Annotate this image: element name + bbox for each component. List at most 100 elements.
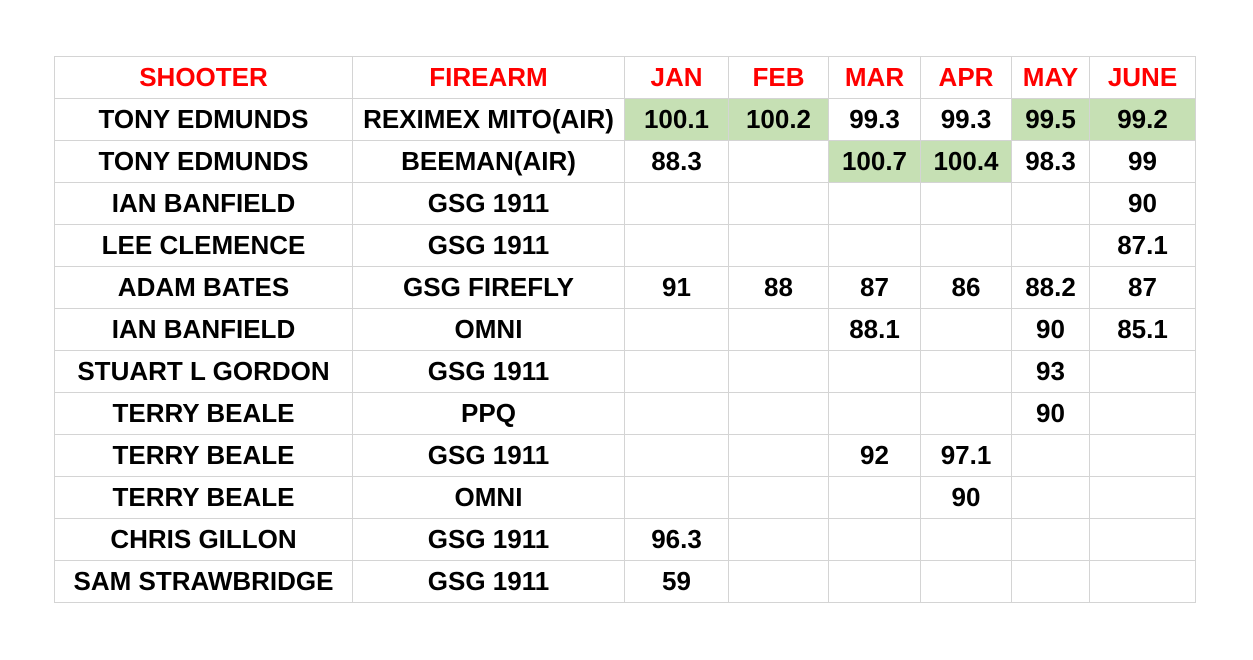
cell-shooter: TERRY BEALE: [54, 476, 353, 519]
header-jan: JAN: [624, 56, 729, 99]
cell-apr: [920, 350, 1012, 393]
table-row: TONY EDMUNDS REXIMEX MITO(AIR) 100.1 100.2 9…: [54, 98, 1196, 141]
cell-apr: 100.4: [920, 140, 1012, 183]
cell-mar: [828, 560, 921, 603]
cell-apr: [920, 224, 1012, 267]
cell-mar: [828, 350, 921, 393]
cell-feb: [728, 182, 829, 225]
cell-mar: [828, 392, 921, 435]
cell-feb: [728, 476, 829, 519]
cell-mar: [828, 182, 921, 225]
cell-june: 87.1: [1089, 224, 1196, 267]
cell-apr: 90: [920, 476, 1012, 519]
cell-feb: [728, 518, 829, 561]
cell-may: [1011, 518, 1090, 561]
cell-may: 90: [1011, 392, 1090, 435]
cell-shooter: IAN BANFIELD: [54, 182, 353, 225]
cell-may: 88.2: [1011, 266, 1090, 309]
cell-shooter: STUART L GORDON: [54, 350, 353, 393]
cell-firearm: REXIMEX MITO(AIR): [352, 98, 625, 141]
cell-shooter: TONY EDMUNDS: [54, 98, 353, 141]
cell-apr: [920, 308, 1012, 351]
cell-june: [1089, 518, 1196, 561]
cell-may: 93: [1011, 350, 1090, 393]
cell-apr: 86: [920, 266, 1012, 309]
cell-june: [1089, 560, 1196, 603]
cell-mar: 87: [828, 266, 921, 309]
cell-firearm: GSG 1911: [352, 434, 625, 477]
cell-may: [1011, 560, 1090, 603]
cell-shooter: ADAM BATES: [54, 266, 353, 309]
cell-firearm: GSG 1911: [352, 224, 625, 267]
cell-jan: [624, 434, 729, 477]
cell-firearm: PPQ: [352, 392, 625, 435]
header-june: JUNE: [1089, 56, 1196, 99]
header-row: SHOOTER FIREARM JAN FEB MAR APR MAY JUNE: [54, 56, 1196, 99]
cell-june: [1089, 350, 1196, 393]
cell-apr: [920, 560, 1012, 603]
cell-shooter: SAM STRAWBRIDGE: [54, 560, 353, 603]
table-row: TERRY BEALE OMNI 90: [54, 476, 1196, 519]
cell-firearm: OMNI: [352, 308, 625, 351]
table-header: SHOOTER FIREARM JAN FEB MAR APR MAY JUNE: [54, 56, 1196, 99]
cell-jan: [624, 308, 729, 351]
table-row: IAN BANFIELD OMNI 88.1 90 85.1: [54, 308, 1196, 351]
cell-jan: [624, 350, 729, 393]
cell-june: 85.1: [1089, 308, 1196, 351]
cell-firearm: GSG 1911: [352, 560, 625, 603]
header-shooter: SHOOTER: [54, 56, 353, 99]
cell-shooter: LEE CLEMENCE: [54, 224, 353, 267]
header-mar: MAR: [828, 56, 921, 99]
cell-apr: 99.3: [920, 98, 1012, 141]
cell-mar: 100.7: [828, 140, 921, 183]
cell-jan: [624, 392, 729, 435]
cell-jan: 59: [624, 560, 729, 603]
cell-may: 99.5: [1011, 98, 1090, 141]
cell-firearm: BEEMAN(AIR): [352, 140, 625, 183]
cell-may: [1011, 434, 1090, 477]
header-apr: APR: [920, 56, 1012, 99]
header-may: MAY: [1011, 56, 1090, 99]
cell-jan: 91: [624, 266, 729, 309]
cell-jan: 100.1: [624, 98, 729, 141]
cell-shooter: IAN BANFIELD: [54, 308, 353, 351]
table-body: TONY EDMUNDS REXIMEX MITO(AIR) 100.1 100.2 9…: [54, 98, 1196, 603]
cell-firearm: GSG 1911: [352, 182, 625, 225]
cell-june: 87: [1089, 266, 1196, 309]
cell-jan: 96.3: [624, 518, 729, 561]
table-row: SAM STRAWBRIDGE GSG 1911 59: [54, 560, 1196, 603]
cell-may: [1011, 476, 1090, 519]
cell-feb: 100.2: [728, 98, 829, 141]
cell-june: 99: [1089, 140, 1196, 183]
cell-mar: [828, 518, 921, 561]
cell-apr: 97.1: [920, 434, 1012, 477]
cell-june: 90: [1089, 182, 1196, 225]
cell-firearm: GSG FIREFLY: [352, 266, 625, 309]
cell-feb: [728, 560, 829, 603]
cell-shooter: CHRIS GILLON: [54, 518, 353, 561]
cell-jan: [624, 224, 729, 267]
cell-firearm: OMNI: [352, 476, 625, 519]
cell-feb: [728, 434, 829, 477]
table-row: TONY EDMUNDS BEEMAN(AIR) 88.3 100.7 100.4 98.…: [54, 140, 1196, 183]
cell-mar: 92: [828, 434, 921, 477]
cell-firearm: GSG 1911: [352, 518, 625, 561]
cell-june: [1089, 434, 1196, 477]
table-row: STUART L GORDON GSG 1911 93: [54, 350, 1196, 393]
table-row: ADAM BATES GSG FIREFLY 91 88 87 86 88.2 87: [54, 266, 1196, 309]
cell-may: [1011, 182, 1090, 225]
cell-may: [1011, 224, 1090, 267]
cell-mar: [828, 476, 921, 519]
table-row: TERRY BEALE PPQ 90: [54, 392, 1196, 435]
cell-jan: [624, 182, 729, 225]
cell-feb: [728, 224, 829, 267]
table-row: IAN BANFIELD GSG 1911 90: [54, 182, 1196, 225]
cell-shooter: TONY EDMUNDS: [54, 140, 353, 183]
cell-apr: [920, 518, 1012, 561]
score-table: SHOOTER FIREARM JAN FEB MAR APR MAY JUNE…: [54, 56, 1196, 603]
header-feb: FEB: [728, 56, 829, 99]
cell-june: 99.2: [1089, 98, 1196, 141]
cell-feb: 88: [728, 266, 829, 309]
cell-mar: 88.1: [828, 308, 921, 351]
cell-june: [1089, 476, 1196, 519]
